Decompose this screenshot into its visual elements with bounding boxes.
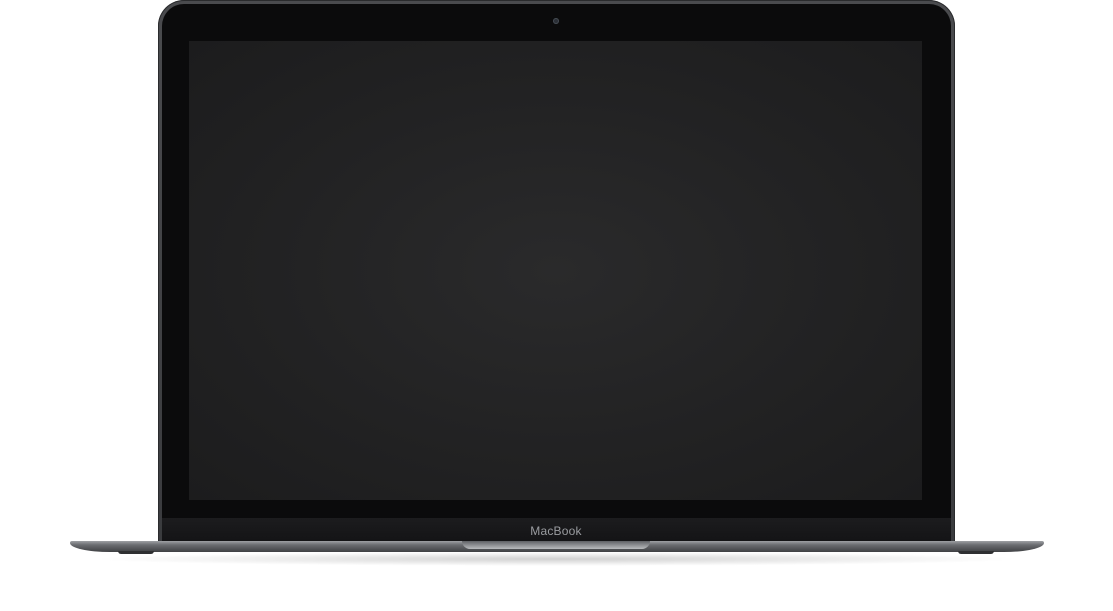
laptop-shadow xyxy=(90,552,1024,566)
right-foot xyxy=(958,551,994,554)
lid-opening-notch xyxy=(462,541,650,549)
webcam-icon xyxy=(553,18,559,24)
brand-logo-text: MacBook xyxy=(530,524,582,538)
left-foot xyxy=(118,551,154,554)
laptop-mockup: MacBook xyxy=(0,0,1113,611)
display-screen xyxy=(189,41,922,500)
